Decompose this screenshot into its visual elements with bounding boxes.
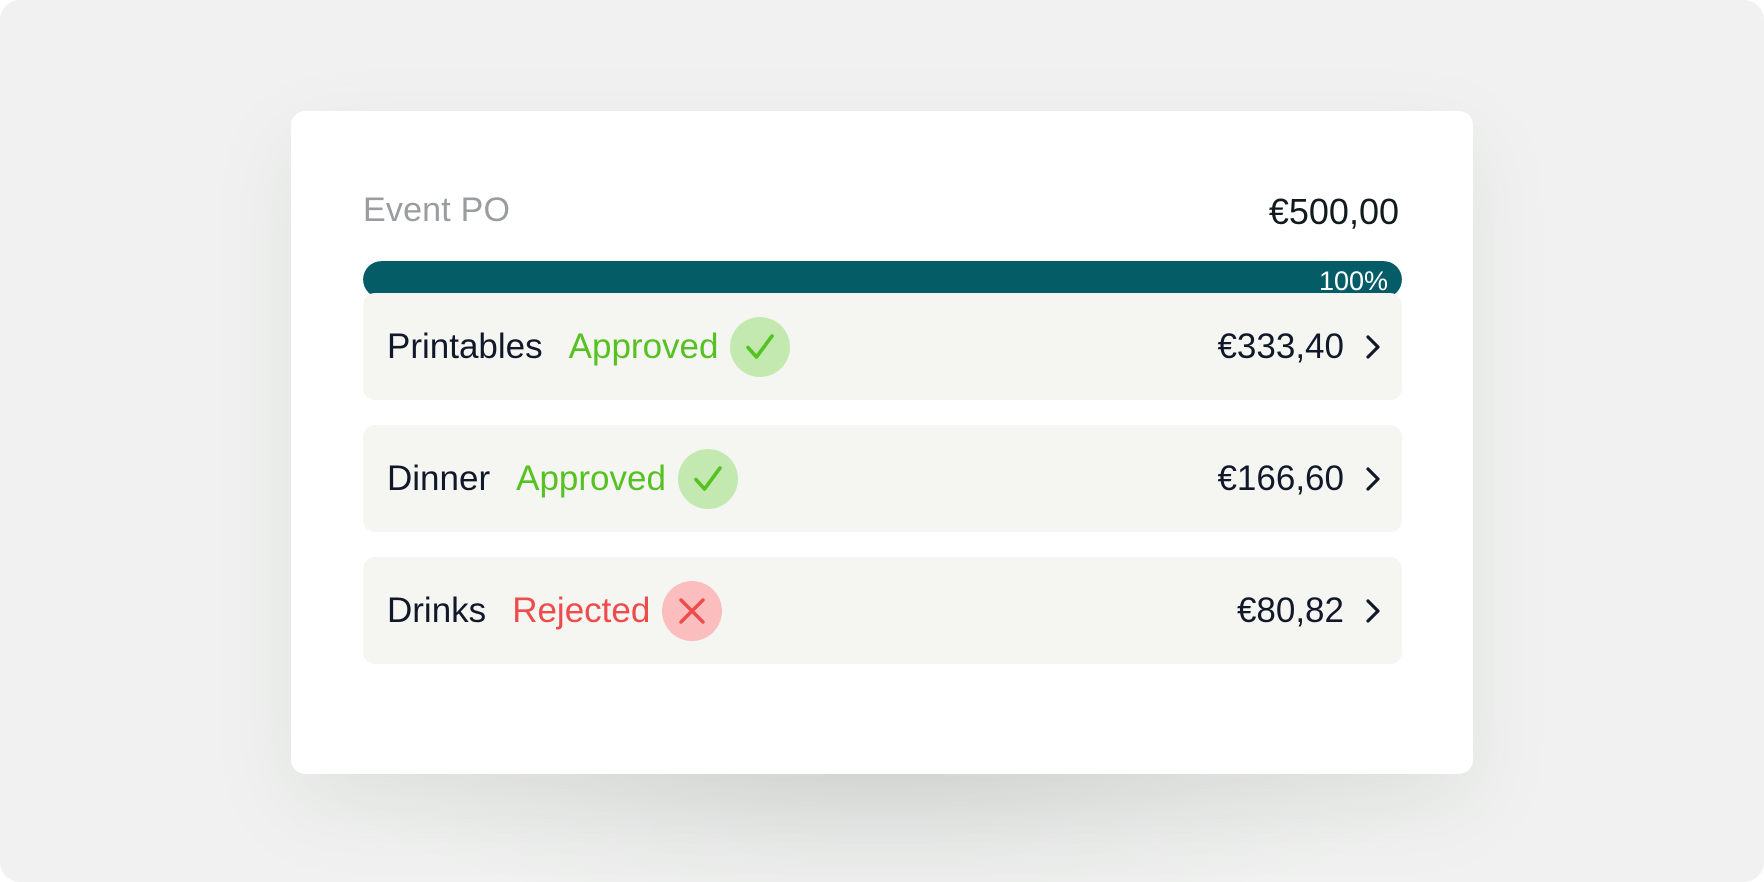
line-item-info: Printables Approved bbox=[387, 293, 791, 400]
po-total-amount: €500,00 bbox=[1268, 191, 1399, 232]
line-item-name: Printables bbox=[387, 326, 543, 366]
line-item-amount: €80,82 bbox=[1236, 590, 1344, 630]
status-label: Rejected bbox=[512, 590, 651, 630]
line-item-printables[interactable]: Printables Approved €333,40 bbox=[363, 293, 1402, 400]
line-item-amount: €333,40 bbox=[1217, 326, 1344, 366]
chevron-right-icon[interactable] bbox=[1364, 557, 1382, 664]
line-item-drinks[interactable]: Drinks Rejected €80,82 bbox=[363, 557, 1402, 664]
close-icon bbox=[662, 580, 723, 641]
line-item-info: Dinner Approved bbox=[387, 425, 738, 532]
chevron-right-icon[interactable] bbox=[1364, 293, 1382, 400]
check-icon bbox=[730, 316, 791, 377]
chevron-right-icon[interactable] bbox=[1364, 425, 1382, 532]
po-header: Event PO €500,00 bbox=[363, 191, 1401, 237]
check-icon bbox=[677, 448, 738, 509]
line-item-name: Drinks bbox=[387, 590, 487, 630]
status-label: Approved bbox=[568, 326, 719, 366]
purchase-order-card: Event PO €500,00 100% Printables Approve… bbox=[291, 111, 1473, 774]
line-item-dinner[interactable]: Dinner Approved €166,60 bbox=[363, 425, 1402, 532]
line-item-info: Drinks Rejected bbox=[387, 557, 723, 664]
status-label: Approved bbox=[516, 458, 666, 498]
line-item-name: Dinner bbox=[387, 458, 491, 498]
background-canvas: Event PO €500,00 100% Printables Approve… bbox=[0, 0, 1764, 882]
line-item-amount: €166,60 bbox=[1217, 458, 1344, 498]
po-title: Event PO bbox=[363, 191, 511, 229]
